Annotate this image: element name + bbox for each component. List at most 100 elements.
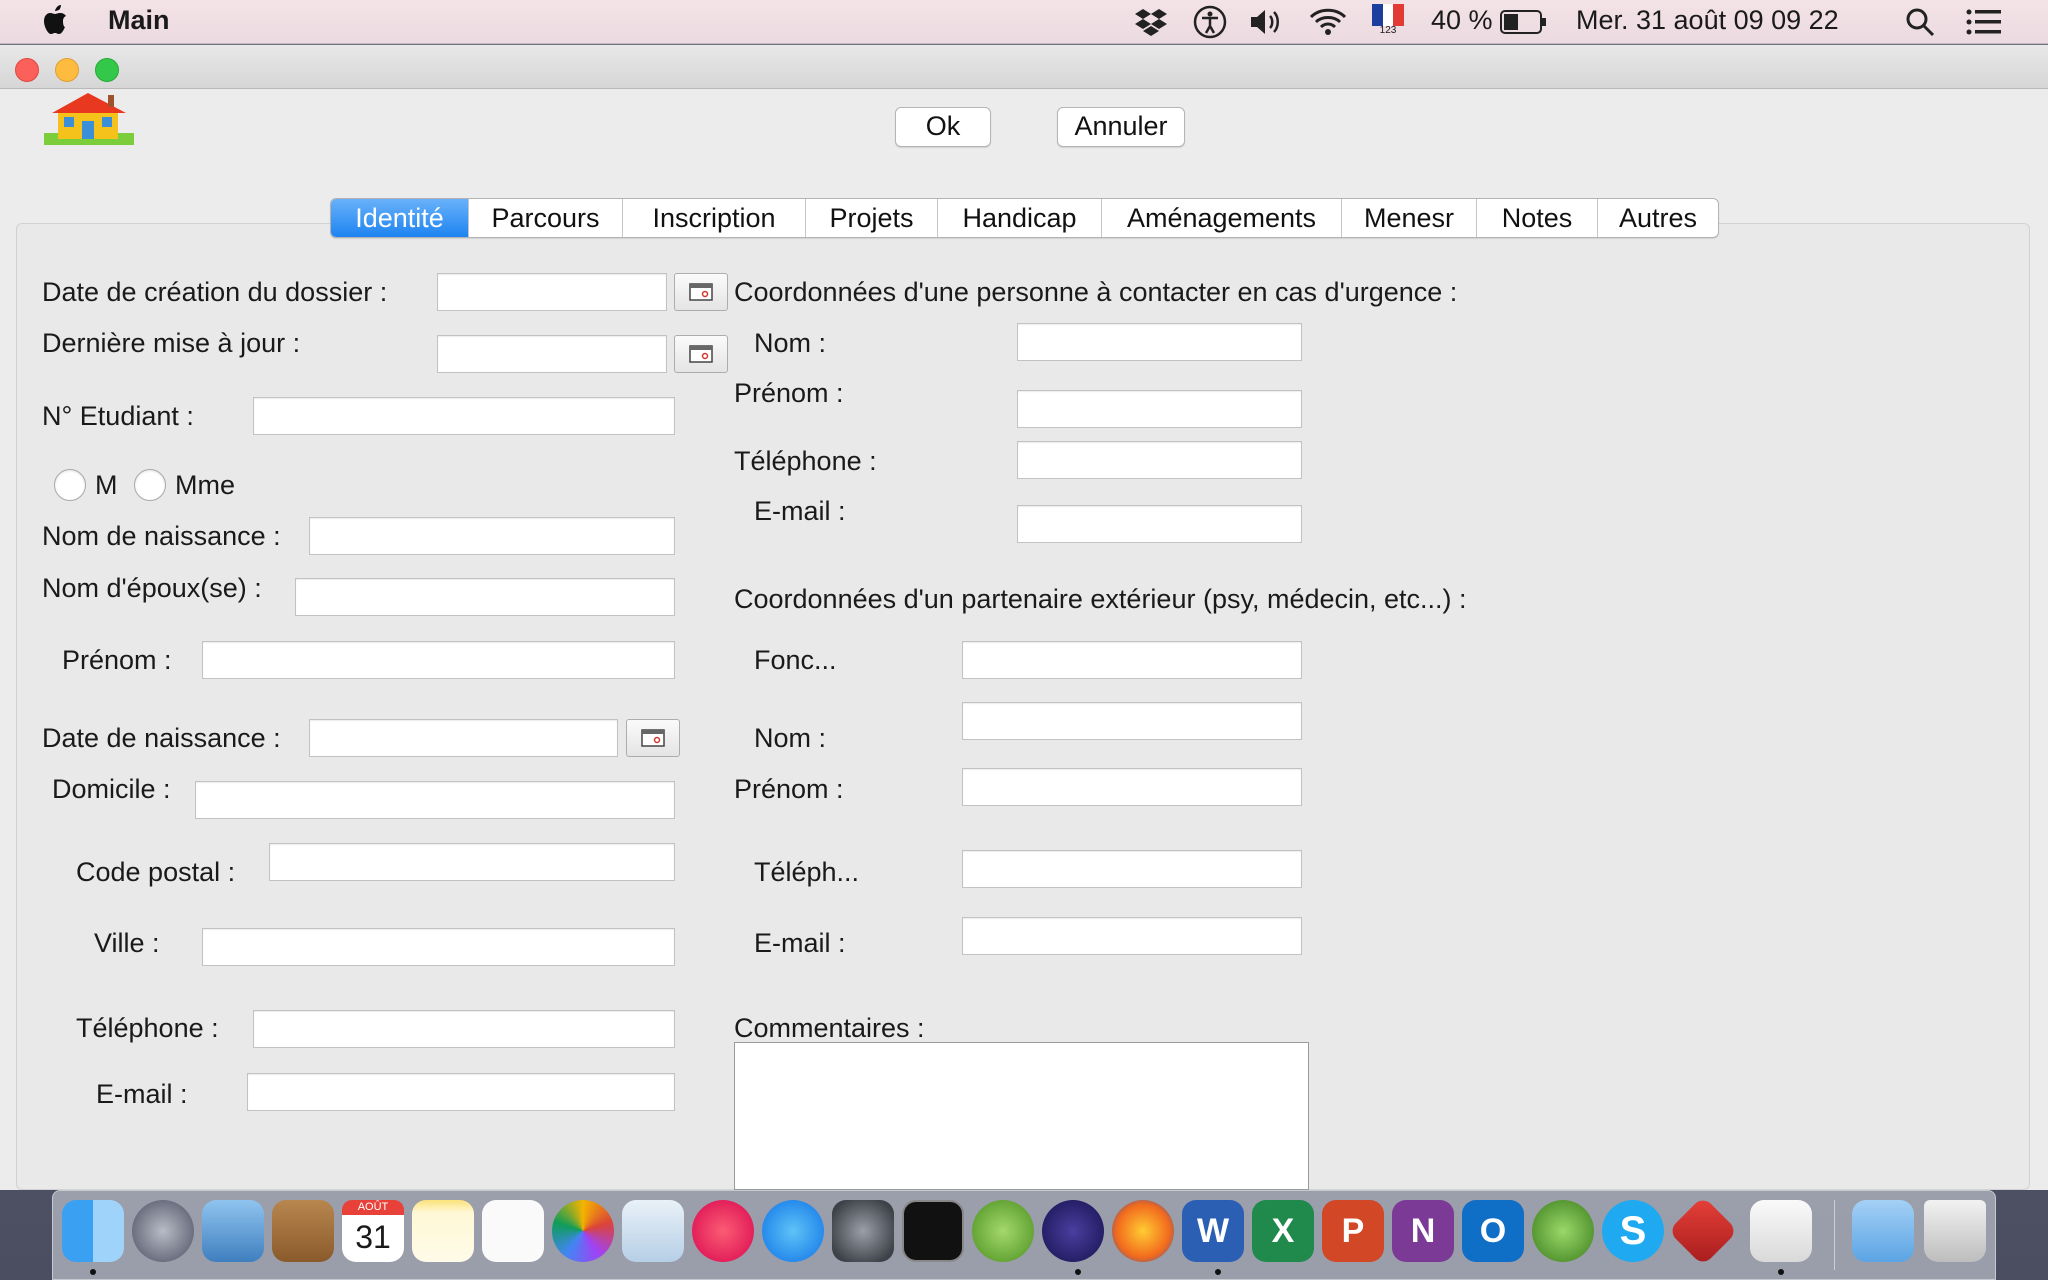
menu-bar: Main 123 40 % Mer. 31 août 09 09 22 <box>0 0 2048 44</box>
date-creation-label: Date de création du dossier : <box>42 277 388 307</box>
chameleon-app-icon[interactable] <box>1532 1200 1594 1262</box>
notification-center-icon[interactable] <box>1966 4 2002 40</box>
cancel-button[interactable]: Annuler <box>1057 107 1185 147</box>
calendar-month: AOÛT <box>342 1200 404 1215</box>
partenaire-nom-field[interactable] <box>962 702 1302 740</box>
domicile-label: Domicile : <box>52 774 171 804</box>
java-icon[interactable] <box>1750 1200 1812 1262</box>
dropbox-icon[interactable] <box>1134 4 1168 40</box>
wifi-icon[interactable] <box>1308 4 1348 40</box>
prenom-field[interactable] <box>202 641 675 679</box>
firefox-icon[interactable] <box>1112 1200 1174 1262</box>
tab-menesr[interactable]: Menesr <box>1341 199 1476 237</box>
keyboard-flag-icon[interactable]: 123 <box>1372 4 1404 40</box>
date-naissance-field[interactable] <box>309 719 618 757</box>
onenote-icon[interactable]: N <box>1392 1200 1454 1262</box>
excel-icon[interactable]: X <box>1252 1200 1314 1262</box>
date-naissance-label: Date de naissance : <box>42 723 281 753</box>
code-postal-label: Code postal : <box>76 857 236 887</box>
commentaires-textarea[interactable] <box>734 1042 1309 1190</box>
ok-button[interactable]: Ok <box>895 107 991 147</box>
domicile-field[interactable] <box>195 781 675 819</box>
civilite-m-label[interactable]: M <box>95 469 118 501</box>
battery-percent[interactable]: 40 % <box>1431 5 1493 36</box>
onenote-letter: N <box>1410 1212 1436 1250</box>
civilite-m-radio[interactable] <box>54 469 86 501</box>
partenaire-nom-label: Nom : <box>754 723 827 753</box>
partenaire-prenom-field[interactable] <box>962 768 1302 806</box>
tab-amenagements[interactable]: Aménagements <box>1101 199 1341 237</box>
powerpoint-icon[interactable]: P <box>1322 1200 1384 1262</box>
urgence-telephone-label: Téléphone : <box>734 446 877 476</box>
terminal-icon[interactable] <box>902 1200 964 1262</box>
urgence-nom-field[interactable] <box>1017 323 1302 361</box>
calendar-app-icon[interactable]: AOÛT 31 <box>342 1200 404 1262</box>
outlook-icon[interactable]: O <box>1462 1200 1524 1262</box>
code-postal-field[interactable] <box>269 843 675 881</box>
calendar-icon <box>641 729 665 747</box>
partenaire-prenom-label: Prénom : <box>734 774 844 804</box>
preview-icon[interactable] <box>622 1200 684 1262</box>
minimize-window-button[interactable] <box>55 58 79 82</box>
partenaire-email-label: E-mail : <box>754 928 846 958</box>
outlook-letter: O <box>1479 1212 1507 1250</box>
photos-icon[interactable] <box>552 1200 614 1262</box>
partenaire-telephone-field[interactable] <box>962 850 1302 888</box>
date-creation-field[interactable] <box>437 273 667 311</box>
apple-icon[interactable] <box>40 3 68 37</box>
zoom-window-button[interactable] <box>95 58 119 82</box>
window-titlebar[interactable] <box>0 45 2048 89</box>
accessibility-icon[interactable] <box>1193 4 1227 40</box>
finder-icon[interactable] <box>62 1200 124 1262</box>
word-icon[interactable]: W <box>1182 1200 1244 1262</box>
derniere-maj-calendar-button[interactable] <box>674 335 728 373</box>
spotlight-search-icon[interactable] <box>1905 4 1935 40</box>
date-naissance-calendar-button[interactable] <box>626 719 680 757</box>
volume-icon[interactable] <box>1248 4 1284 40</box>
partenaire-email-field[interactable] <box>962 917 1302 955</box>
eclipse-icon[interactable] <box>1042 1200 1104 1262</box>
urgence-email-label: E-mail : <box>754 496 846 526</box>
tab-notes[interactable]: Notes <box>1476 199 1597 237</box>
derniere-maj-field[interactable] <box>437 335 667 373</box>
close-window-button[interactable] <box>15 58 39 82</box>
trash-icon[interactable] <box>1924 1200 1986 1262</box>
civilite-mme-radio[interactable] <box>134 469 166 501</box>
notes-icon[interactable] <box>412 1200 474 1262</box>
android-studio-icon[interactable] <box>972 1200 1034 1262</box>
running-indicator <box>1215 1269 1221 1275</box>
mail-icon[interactable] <box>202 1200 264 1262</box>
tab-identite[interactable]: Identité <box>331 199 468 237</box>
tab-autres[interactable]: Autres <box>1597 199 1718 237</box>
civilite-mme-label[interactable]: Mme <box>175 469 235 501</box>
urgence-telephone-field[interactable] <box>1017 441 1302 479</box>
itunes-icon[interactable] <box>692 1200 754 1262</box>
telephone-field[interactable] <box>253 1010 675 1048</box>
menubar-clock[interactable]: Mer. 31 août 09 09 22 <box>1576 5 1839 36</box>
tab-projets[interactable]: Projets <box>805 199 937 237</box>
urgence-prenom-field[interactable] <box>1017 390 1302 428</box>
email-field[interactable] <box>247 1073 675 1111</box>
contacts-icon[interactable] <box>272 1200 334 1262</box>
running-indicator <box>90 1269 96 1275</box>
date-creation-calendar-button[interactable] <box>674 273 728 311</box>
system-preferences-icon[interactable] <box>832 1200 894 1262</box>
nom-epoux-field[interactable] <box>295 578 675 616</box>
partenaire-fonction-field[interactable] <box>962 641 1302 679</box>
tab-inscription[interactable]: Inscription <box>622 199 805 237</box>
nom-naissance-field[interactable] <box>309 517 675 555</box>
tab-parcours[interactable]: Parcours <box>468 199 622 237</box>
battery-icon[interactable] <box>1500 4 1548 40</box>
num-etudiant-field[interactable] <box>253 397 675 435</box>
launchpad-icon[interactable] <box>132 1200 194 1262</box>
reminders-icon[interactable] <box>482 1200 544 1262</box>
urgence-prenom-label: Prénom : <box>734 378 844 408</box>
tab-handicap[interactable]: Handicap <box>937 199 1101 237</box>
ville-field[interactable] <box>202 928 675 966</box>
app-name[interactable]: Main <box>108 5 170 36</box>
email-label: E-mail : <box>96 1079 188 1109</box>
downloads-folder-icon[interactable] <box>1852 1200 1914 1262</box>
skype-icon[interactable]: S <box>1602 1200 1664 1262</box>
urgence-email-field[interactable] <box>1017 505 1302 543</box>
app-store-icon[interactable] <box>762 1200 824 1262</box>
